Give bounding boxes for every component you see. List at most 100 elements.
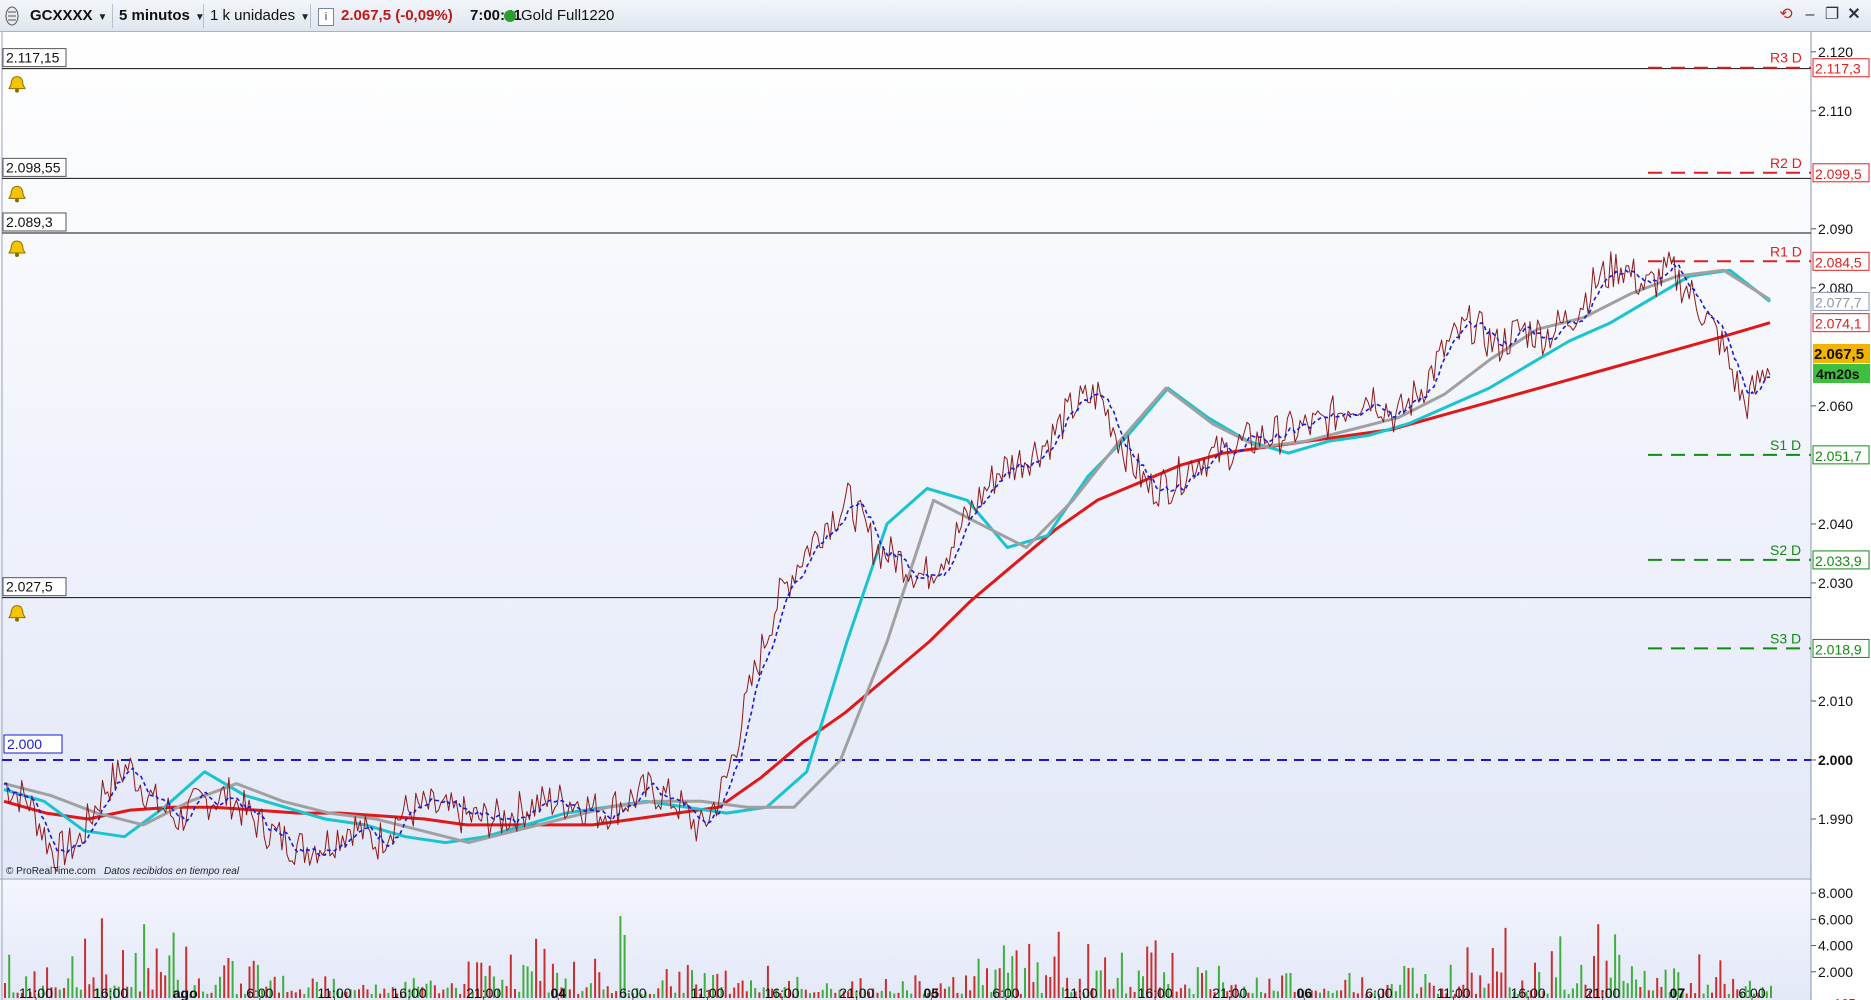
volume-bar xyxy=(235,994,238,998)
volume-bar xyxy=(63,988,65,998)
price-tag-label: 2.074,1 xyxy=(1815,316,1862,332)
volume-bar xyxy=(450,983,453,998)
volume-bar xyxy=(678,971,681,998)
volume-bar xyxy=(1260,992,1262,998)
volume-bar xyxy=(1424,974,1427,998)
x-tick-label: 16:00 xyxy=(765,985,800,1000)
volume-bar xyxy=(682,992,685,998)
x-tick-label: ago xyxy=(173,985,198,1000)
volume-bar xyxy=(1205,970,1208,998)
volume-bar xyxy=(901,981,904,998)
volume-bar xyxy=(986,968,988,998)
volume-bar xyxy=(969,990,972,998)
volume-bar xyxy=(1327,990,1330,998)
volume-bar xyxy=(223,965,226,998)
volume-bar xyxy=(147,968,150,998)
volume-bar xyxy=(893,993,896,998)
pivot-price-label: 2.051,7 xyxy=(1815,448,1862,464)
info-icon[interactable]: i xyxy=(318,8,334,26)
volume-bar xyxy=(813,992,816,998)
volume-bar xyxy=(1630,966,1633,998)
instrument-selector[interactable]: GCXXXX ▼ xyxy=(30,4,107,28)
pivot-name-label: S2 D xyxy=(1770,542,1801,558)
volume-bar xyxy=(910,993,913,998)
units-selector[interactable]: 1 k unidades ▼ xyxy=(210,4,310,28)
volume-bar xyxy=(1626,983,1629,998)
x-tick-label: 6:00 xyxy=(992,985,1019,1000)
volume-bar xyxy=(1698,954,1701,998)
volume-bar xyxy=(906,990,908,998)
volume-bar xyxy=(1129,986,1132,998)
volume-bar xyxy=(1032,982,1035,998)
volume-bar xyxy=(383,988,386,998)
close-icon[interactable]: ✕ xyxy=(1844,5,1864,25)
y-tick-label: 2.010 xyxy=(1818,693,1853,709)
pivot-price-label: 2.117,3 xyxy=(1815,61,1861,77)
volume-bar xyxy=(981,985,984,998)
volume-bar xyxy=(610,993,613,998)
volume-bar xyxy=(206,993,209,998)
volume-bar xyxy=(1192,994,1195,998)
volume-bar xyxy=(1639,987,1642,998)
volume-bar xyxy=(1550,951,1553,998)
volume-bar xyxy=(1635,979,1638,998)
pivot-name-label: S1 D xyxy=(1770,437,1801,453)
volume-bar xyxy=(1719,960,1722,998)
pivot-name-label: R1 D xyxy=(1770,243,1802,259)
volume-bar xyxy=(1580,964,1583,998)
volume-bar xyxy=(374,984,377,998)
restore-icon[interactable]: ❐ xyxy=(1822,5,1842,25)
timeframe-selector[interactable]: 5 minutos ▼ xyxy=(119,4,205,28)
volume-bar xyxy=(155,948,158,998)
volume-bar xyxy=(353,990,356,998)
volume-bar xyxy=(577,993,580,998)
volume-bar xyxy=(939,983,942,998)
volume-bar xyxy=(1175,991,1178,998)
volume-bar xyxy=(1112,988,1115,998)
x-tick-label: 11:00 xyxy=(19,985,53,1000)
volume-bar xyxy=(1053,956,1056,998)
volume-bar xyxy=(278,992,280,998)
pivot-price-label: 2.084,5 xyxy=(1815,254,1862,270)
x-tick-label: 16:00 xyxy=(1511,985,1546,1000)
menu-icon[interactable] xyxy=(4,4,20,28)
volume-bar xyxy=(1563,989,1566,998)
volume-bar xyxy=(665,969,668,998)
volume-bar xyxy=(1487,983,1490,998)
volume-bar xyxy=(1028,943,1031,998)
volume-bar xyxy=(75,987,78,998)
volume-bar xyxy=(88,984,91,998)
y-tick-label: 1.990 xyxy=(1818,811,1853,827)
volume-bar xyxy=(164,975,167,998)
volume-bar xyxy=(231,961,234,998)
volume-bar xyxy=(463,983,466,998)
x-tick-label: 11:00 xyxy=(1064,985,1098,1000)
volume-tick-label: 6.000 xyxy=(1818,911,1853,927)
y-tick-label: 2.000 xyxy=(1818,752,1853,768)
volume-bar xyxy=(973,976,976,998)
volume-bar xyxy=(948,986,951,998)
x-tick-label: 11:00 xyxy=(317,985,351,1000)
volume-bar xyxy=(518,991,521,998)
volume-bar xyxy=(589,983,592,998)
alert-price-label: 2.117,15 xyxy=(6,50,60,66)
watermark-note: Datos recibidos en tiempo real xyxy=(104,866,240,877)
volume-bar xyxy=(1504,927,1507,998)
volume-bar xyxy=(67,978,70,998)
volume-bar xyxy=(514,989,516,998)
volume-bar xyxy=(1479,975,1482,998)
volume-bar xyxy=(1403,966,1406,998)
volume-bar xyxy=(1361,977,1364,998)
plot-area[interactable] xyxy=(0,32,1811,878)
volume-bar xyxy=(290,990,293,998)
volume-bar xyxy=(1652,990,1654,998)
volume-bar xyxy=(54,987,57,998)
bell-icon-clapper xyxy=(15,617,19,622)
price-chart[interactable]: 2.117,15 2.098,55 2.089,3 2.027,5 R3 D R2 D R… xyxy=(0,32,1871,1000)
pivot-price-label: 2.099,5 xyxy=(1815,166,1862,182)
minimize-icon[interactable]: – xyxy=(1800,5,1820,25)
volume-bar xyxy=(202,991,205,998)
volume-bar xyxy=(1024,967,1026,998)
sync-icon[interactable]: ⟲ xyxy=(1776,5,1796,25)
volume-bar xyxy=(311,978,314,998)
